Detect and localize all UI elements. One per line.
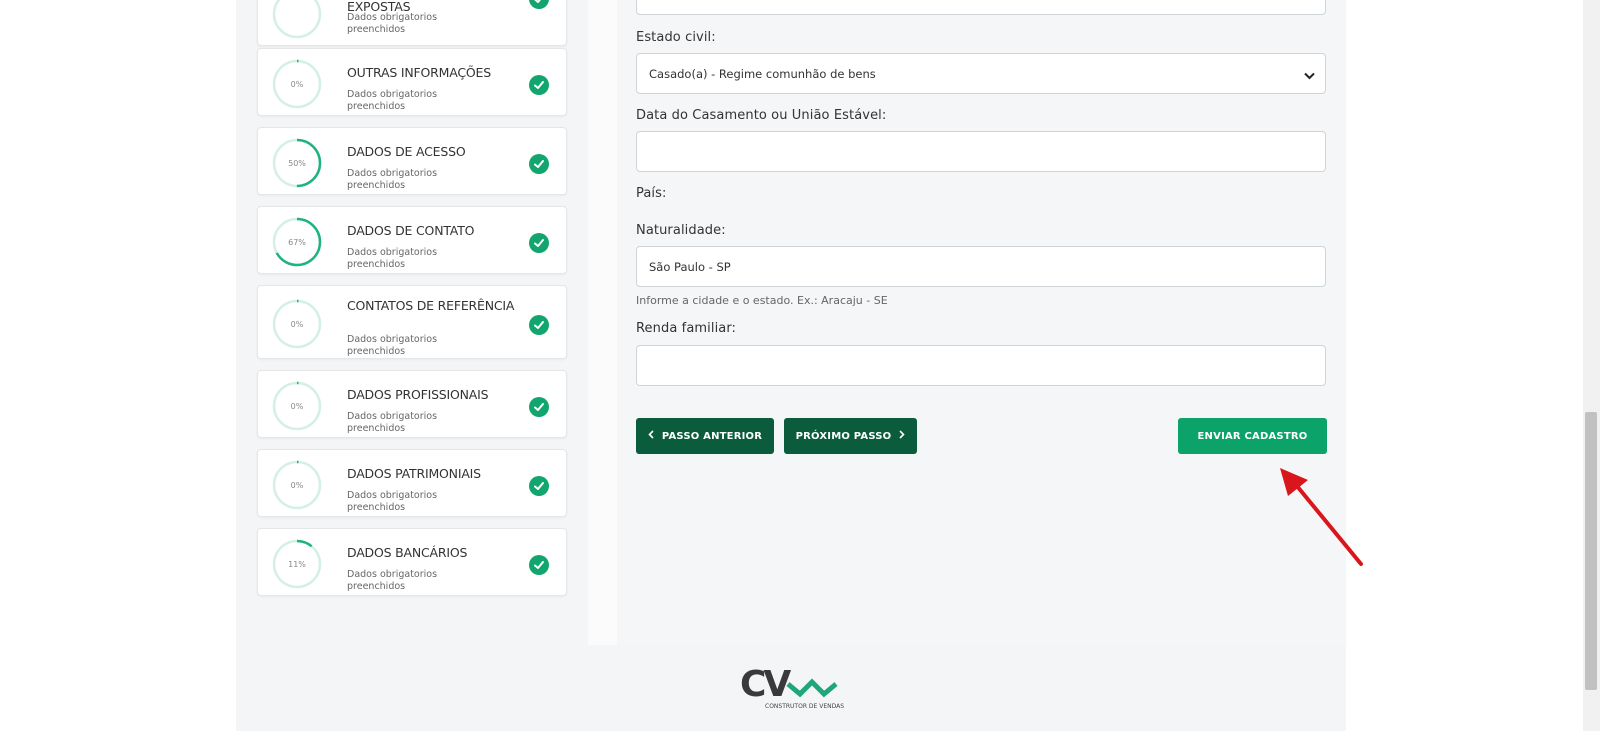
progress-card-item[interactable]: 0% CONTATOS DE REFERÊNCIA Dados obrigatori… — [257, 285, 567, 359]
naturalidade-label: Naturalidade: — [636, 223, 726, 238]
next-step-button[interactable]: PRÓXIMO PASSO — [784, 418, 917, 454]
card-subtitle: Dados obrigatorios preenchidos — [347, 334, 438, 357]
progress-percent: 0% — [290, 480, 304, 490]
data-casamento-label: Data do Casamento ou União Estável: — [636, 108, 887, 123]
scrollbar-thumb[interactable] — [1585, 412, 1597, 690]
naturalidade-input[interactable]: São Paulo - SP — [636, 246, 1326, 287]
card-title: DADOS PROFISSIONAIS — [347, 387, 489, 402]
progress-card-item[interactable]: 0% DADOS PROFISSIONAIS Dados obrigatorios p… — [257, 370, 567, 438]
progress-percent: 67% — [288, 237, 306, 247]
card-subtitle: Dados obrigatorios preenchidos — [347, 12, 438, 35]
page-scrollbar[interactable] — [1583, 0, 1600, 731]
progress-percent: 11% — [288, 559, 306, 569]
previous-step-label: PASSO ANTERIOR — [661, 430, 763, 442]
renda-familiar-input[interactable] — [636, 345, 1326, 386]
progress-ring: 0% — [272, 59, 322, 109]
card-title: DADOS PATRIMONIAIS — [347, 466, 481, 481]
chevron-left-icon — [648, 430, 654, 442]
card-subtitle: Dados obrigatorios preenchidos — [347, 247, 438, 270]
card-subtitle: Dados obrigatorios preenchidos — [347, 411, 438, 434]
annotation-arrow-icon — [1280, 468, 1363, 566]
card-title: DADOS DE CONTATO — [347, 223, 475, 238]
check-icon — [529, 154, 549, 174]
card-title: CONTATOS DE REFERÊNCIA — [347, 298, 515, 313]
progress-percent: 0% — [290, 79, 304, 89]
previous-step-button[interactable]: PASSO ANTERIOR — [636, 418, 774, 454]
progress-ring: 0% — [272, 299, 322, 349]
card-subtitle: Dados obrigatorios preenchidos — [347, 569, 438, 592]
pais-label: País: — [636, 186, 667, 201]
progress-card-item[interactable]: 50% DADOS DE ACESSO Dados obrigatorios pree… — [257, 127, 567, 195]
logo-wordmark: CV — [740, 664, 791, 705]
progress-card-item[interactable]: 0% OUTRAS INFORMAÇÕES Dados obrigatorios pr… — [257, 48, 567, 116]
progress-ring: 0% — [272, 381, 322, 431]
chevron-right-icon — [899, 430, 906, 442]
submit-registration-label: ENVIAR CADASTRO — [1197, 430, 1308, 442]
submit-registration-button[interactable]: ENVIAR CADASTRO — [1178, 418, 1327, 454]
check-icon — [529, 315, 549, 335]
progress-card-item[interactable]: 67% DADOS DE CONTATO Dados obrigatorios pre… — [257, 206, 567, 274]
data-casamento-input[interactable] — [636, 131, 1326, 172]
previous-field[interactable] — [636, 0, 1326, 15]
progress-card-expostas[interactable]: EXPOSTAS Dados obrigatorios preenchidos — [257, 0, 567, 46]
card-title: OUTRAS INFORMAÇÕES — [347, 65, 491, 80]
estado-civil-select[interactable]: Casado(a) - Regime comunhão de bens — [636, 53, 1326, 94]
renda-familiar-label: Renda familiar: — [636, 321, 737, 336]
check-icon — [529, 233, 549, 253]
progress-card-item[interactable]: 11% DADOS BANCÁRIOS Dados obrigatorios pree… — [257, 528, 567, 596]
check-icon — [529, 476, 549, 496]
column-divider — [588, 0, 617, 645]
progress-ring — [272, 0, 322, 39]
card-subtitle: Dados obrigatorios preenchidos — [347, 168, 438, 191]
card-title: DADOS DE ACESSO — [347, 144, 466, 159]
logo-tagline: CONSTRUTOR DE VENDAS — [765, 703, 844, 710]
progress-percent: 0% — [290, 401, 304, 411]
next-step-label: PRÓXIMO PASSO — [795, 430, 892, 442]
footer-logo: CV CONSTRUTOR DE VENDAS — [740, 664, 850, 716]
naturalidade-value: São Paulo - SP — [649, 259, 731, 274]
progress-ring: 11% — [272, 539, 322, 589]
naturalidade-help-text: Informe a cidade e o estado. Ex.: Aracaj… — [636, 294, 888, 307]
progress-ring: 67% — [272, 217, 322, 267]
progress-percent: 50% — [288, 158, 306, 168]
progress-percent: 0% — [290, 319, 304, 329]
card-subtitle: Dados obrigatorios preenchidos — [347, 89, 438, 112]
card-title: DADOS BANCÁRIOS — [347, 545, 468, 560]
check-icon — [529, 75, 549, 95]
check-icon — [529, 555, 549, 575]
estado-civil-value: Casado(a) - Regime comunhão de bens — [649, 66, 876, 81]
progress-ring: 50% — [272, 138, 322, 188]
estado-civil-label: Estado civil: — [636, 30, 716, 45]
check-icon — [529, 0, 549, 9]
card-subtitle: Dados obrigatorios preenchidos — [347, 490, 438, 513]
chevron-down-icon — [1304, 69, 1315, 83]
check-icon — [529, 397, 549, 417]
progress-ring: 0% — [272, 460, 322, 510]
progress-card-item[interactable]: 0% DADOS PATRIMONIAIS Dados obrigatorios pr… — [257, 449, 567, 517]
